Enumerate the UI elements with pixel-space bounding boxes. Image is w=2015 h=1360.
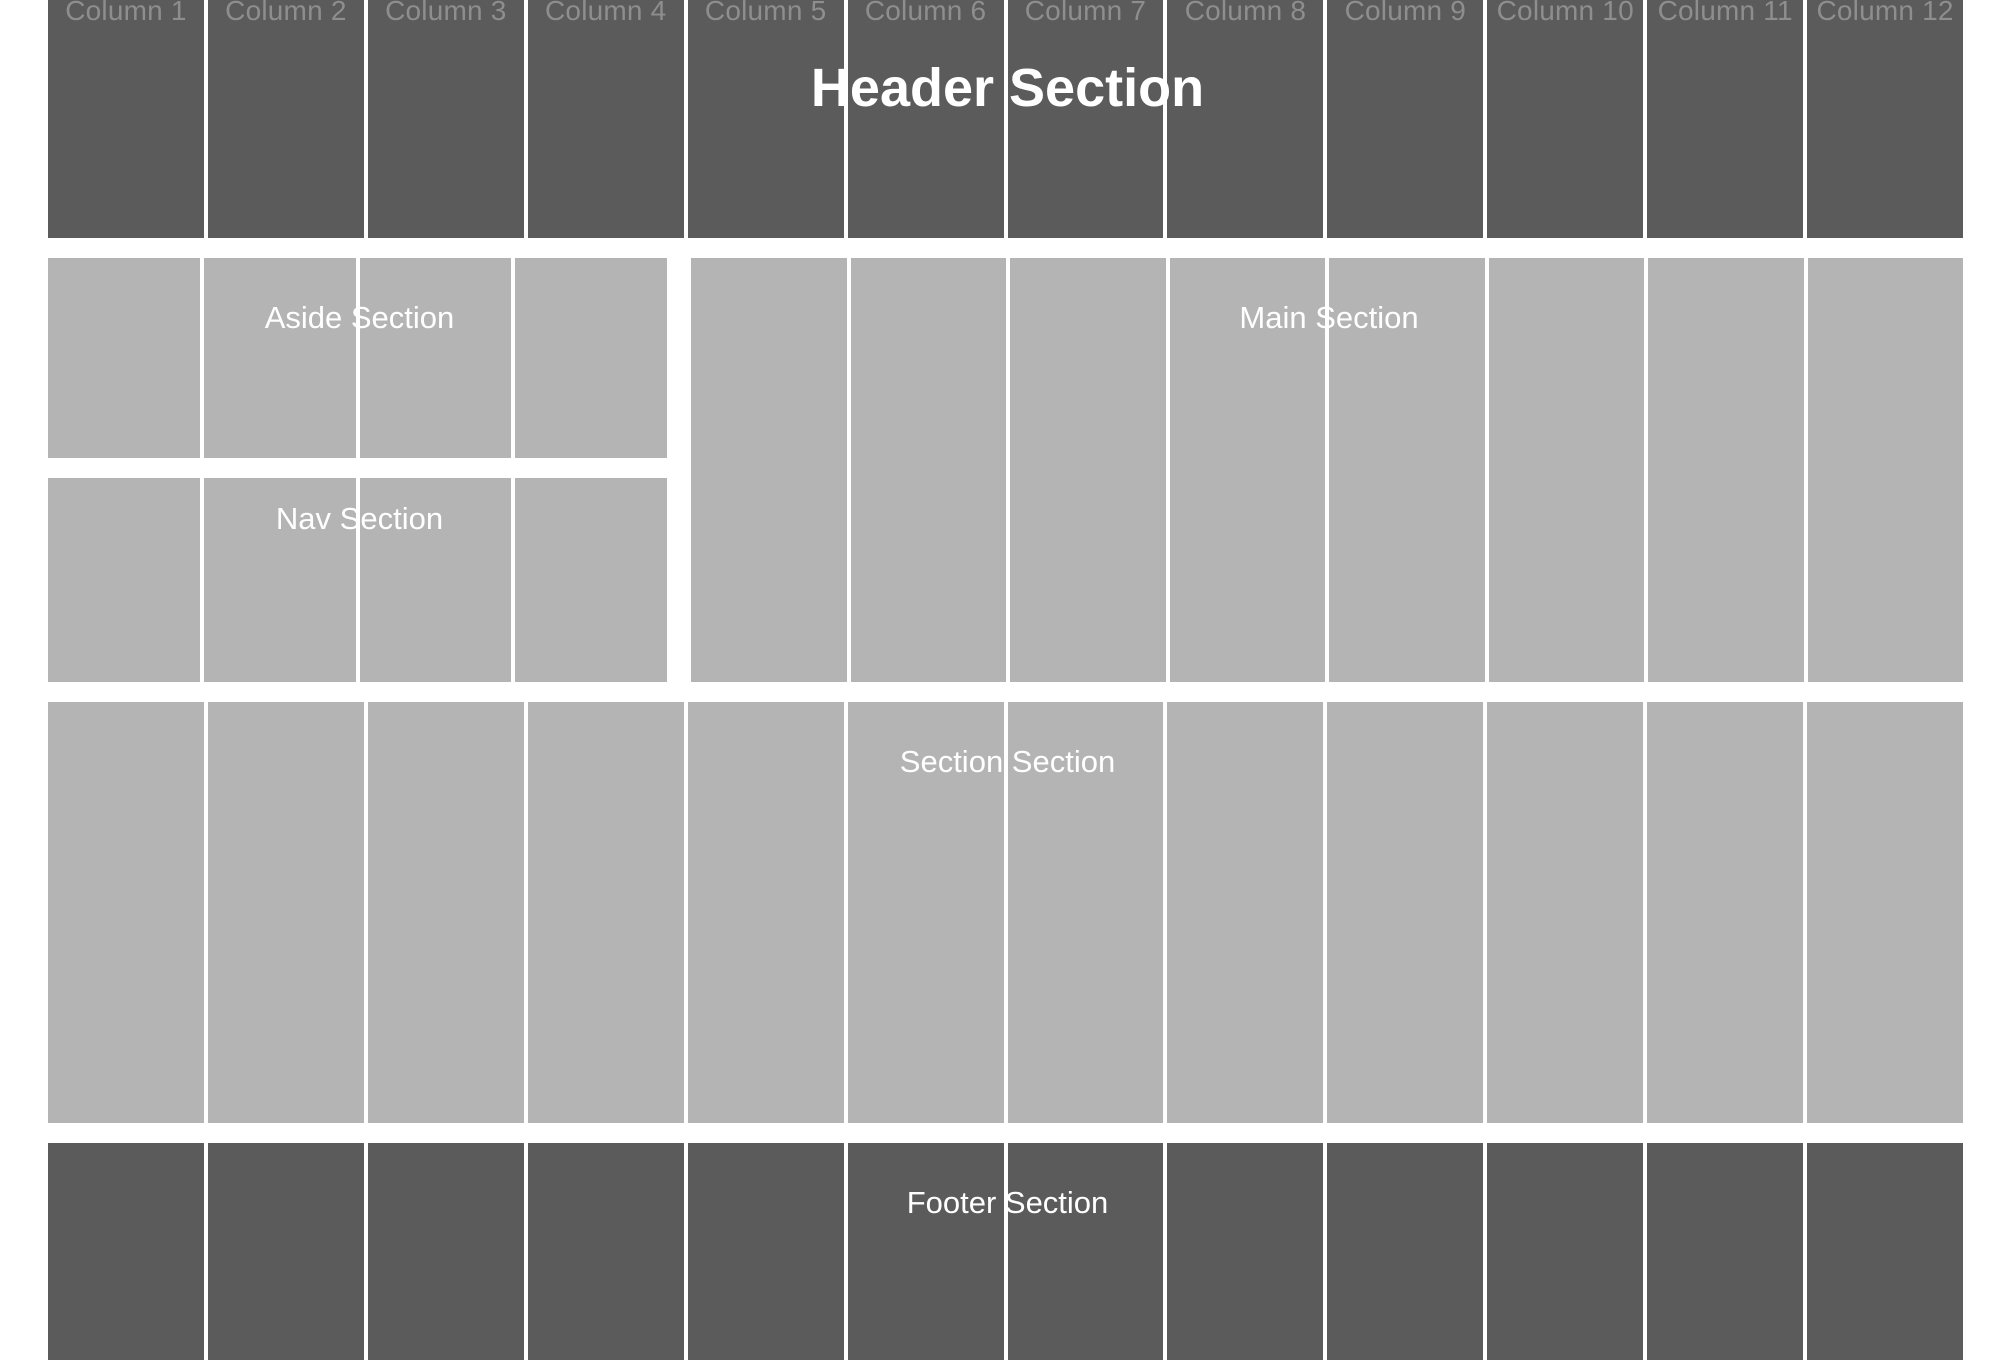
main-region: Main Section bbox=[691, 258, 1967, 682]
nav-region: Nav Section bbox=[48, 478, 671, 682]
footer-column bbox=[1807, 1143, 1964, 1360]
footer-region: Footer Section bbox=[48, 1143, 1967, 1360]
header-column: Column 3 bbox=[367, 0, 524, 238]
footer-column bbox=[367, 1143, 524, 1360]
section-column bbox=[1167, 702, 1324, 1123]
aside-column bbox=[515, 258, 667, 458]
section-region: Section Section bbox=[48, 702, 1967, 1123]
footer-column bbox=[527, 1143, 684, 1360]
column-caption: Column 1 bbox=[65, 0, 187, 26]
footer-column bbox=[48, 1143, 204, 1360]
column-caption: Column 4 bbox=[545, 0, 667, 26]
aside-column bbox=[203, 258, 356, 458]
column-caption: Column 12 bbox=[1816, 0, 1954, 26]
footer-column bbox=[847, 1143, 1004, 1360]
footer-column bbox=[1647, 1143, 1804, 1360]
main-column bbox=[1169, 258, 1325, 682]
section-column bbox=[367, 702, 524, 1123]
column-caption: Column 9 bbox=[1344, 0, 1467, 26]
column-caption: Column 5 bbox=[704, 0, 827, 26]
header-column: Column 5 bbox=[687, 0, 844, 238]
section-column bbox=[1007, 702, 1164, 1123]
section-column bbox=[847, 702, 1004, 1123]
header-column: Column 6 bbox=[847, 0, 1004, 238]
main-column bbox=[850, 258, 1006, 682]
column-caption: Column 6 bbox=[864, 0, 987, 26]
footer-column bbox=[687, 1143, 844, 1360]
header-column: Column 10 bbox=[1487, 0, 1644, 238]
section-column bbox=[1807, 702, 1964, 1123]
nav-column bbox=[203, 478, 356, 682]
section-column bbox=[48, 702, 204, 1123]
nav-column bbox=[48, 478, 200, 682]
section-column bbox=[1487, 702, 1644, 1123]
section-column bbox=[527, 702, 684, 1123]
aside-region: Aside Section bbox=[48, 258, 671, 458]
column-caption: Column 3 bbox=[385, 0, 507, 26]
section-column bbox=[687, 702, 844, 1123]
section-column bbox=[1647, 702, 1804, 1123]
header-column: Column 11 bbox=[1647, 0, 1804, 238]
aside-column bbox=[359, 258, 512, 458]
footer-column bbox=[1327, 1143, 1484, 1360]
header-column: Column 2 bbox=[207, 0, 364, 238]
header-column: Column 4 bbox=[527, 0, 684, 238]
header-column: Column 7 bbox=[1007, 0, 1164, 238]
main-column bbox=[1010, 258, 1166, 682]
footer-column bbox=[1487, 1143, 1644, 1360]
header-column: Column 1 bbox=[48, 0, 204, 238]
header-region: Column 1 Column 2 Column 3 Column 4 Colu… bbox=[48, 0, 1967, 238]
main-column bbox=[1488, 258, 1644, 682]
column-caption: Column 2 bbox=[225, 0, 347, 26]
header-column: Column 8 bbox=[1167, 0, 1324, 238]
main-column bbox=[1807, 258, 1963, 682]
footer-column bbox=[1167, 1143, 1324, 1360]
grid-layout-demo: Column 1 Column 2 Column 3 Column 4 Colu… bbox=[0, 0, 2015, 1360]
section-column bbox=[207, 702, 364, 1123]
column-caption: Column 8 bbox=[1184, 0, 1307, 26]
aside-column bbox=[48, 258, 200, 458]
section-column bbox=[1327, 702, 1484, 1123]
footer-column bbox=[1007, 1143, 1164, 1360]
column-caption: Column 11 bbox=[1657, 0, 1793, 26]
main-column bbox=[1648, 258, 1804, 682]
footer-column bbox=[207, 1143, 364, 1360]
nav-column bbox=[359, 478, 512, 682]
header-column: Column 9 bbox=[1327, 0, 1484, 238]
main-column bbox=[1329, 258, 1485, 682]
main-column bbox=[691, 258, 847, 682]
header-column: Column 12 bbox=[1807, 0, 1964, 238]
column-caption: Column 7 bbox=[1024, 0, 1147, 26]
column-caption: Column 10 bbox=[1496, 0, 1634, 26]
nav-column bbox=[515, 478, 667, 682]
